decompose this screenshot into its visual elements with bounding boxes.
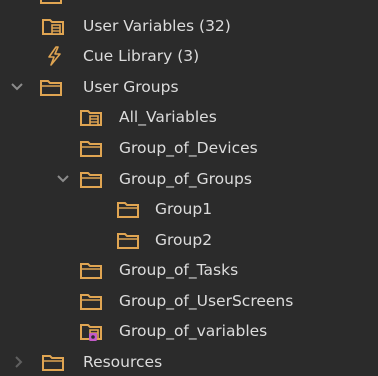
chevron-right-icon[interactable] [12, 355, 26, 369]
tree-item-group-of-variables[interactable]: Group_of_variables [0, 316, 378, 346]
tree-item-group-of-groups[interactable]: Group_of_Groups [0, 164, 378, 194]
tree-item-label: Group_of_variables [119, 322, 268, 340]
folder-icon [80, 139, 102, 157]
chevron-down-icon[interactable] [10, 80, 24, 94]
folder-icon [40, 78, 62, 96]
folder-icon [117, 200, 139, 218]
folder-icon [117, 231, 139, 249]
tree-item-group-of-devices[interactable]: Group_of_Devices [0, 133, 378, 163]
project-tree: User Variables (32) Cue Library (3) User… [0, 0, 378, 376]
tree-item-label: Group_of_Devices [119, 139, 258, 157]
tree-item-resources[interactable]: Resources [0, 347, 378, 376]
tree-item-group-of-userscreens[interactable]: Group_of_UserScreens [0, 286, 378, 316]
tree-item-label: All_Variables [119, 108, 217, 126]
tree-item-label: Group_of_Tasks [119, 261, 239, 279]
tree-item-label: User Groups [83, 78, 179, 96]
tree-item-user-variables[interactable]: User Variables (32) [0, 11, 378, 41]
variables-folder-icon [80, 108, 102, 126]
variables-folder-icon [42, 17, 64, 35]
tree-item-partial [0, 0, 378, 10]
tree-item-group-of-tasks[interactable]: Group_of_Tasks [0, 255, 378, 285]
tree-item-cue-library[interactable]: Cue Library (3) [0, 41, 378, 71]
tree-item-all-variables[interactable]: All_Variables [0, 102, 378, 132]
folder-icon [80, 261, 102, 279]
folder-icon [80, 292, 102, 310]
chevron-down-icon[interactable] [56, 172, 70, 186]
tree-item-label: Group_of_UserScreens [119, 292, 294, 310]
folder-icon [42, 353, 64, 371]
folder-icon [40, 0, 62, 4]
lightning-icon [45, 46, 67, 66]
tree-item-label: Group1 [155, 200, 213, 218]
tree-item-label: User Variables (32) [83, 17, 231, 35]
tree-item-label: Cue Library (3) [83, 47, 200, 65]
folder-icon [80, 170, 102, 188]
tree-item-label: Group_of_Groups [119, 170, 252, 188]
tree-item-group1[interactable]: Group1 [0, 194, 378, 224]
tree-item-group2[interactable]: Group2 [0, 225, 378, 255]
tree-item-label: Resources [83, 353, 163, 371]
variables-folder-badge-icon [80, 322, 102, 341]
tree-item-user-groups[interactable]: User Groups [0, 72, 378, 102]
tree-item-label: Group2 [155, 231, 213, 249]
